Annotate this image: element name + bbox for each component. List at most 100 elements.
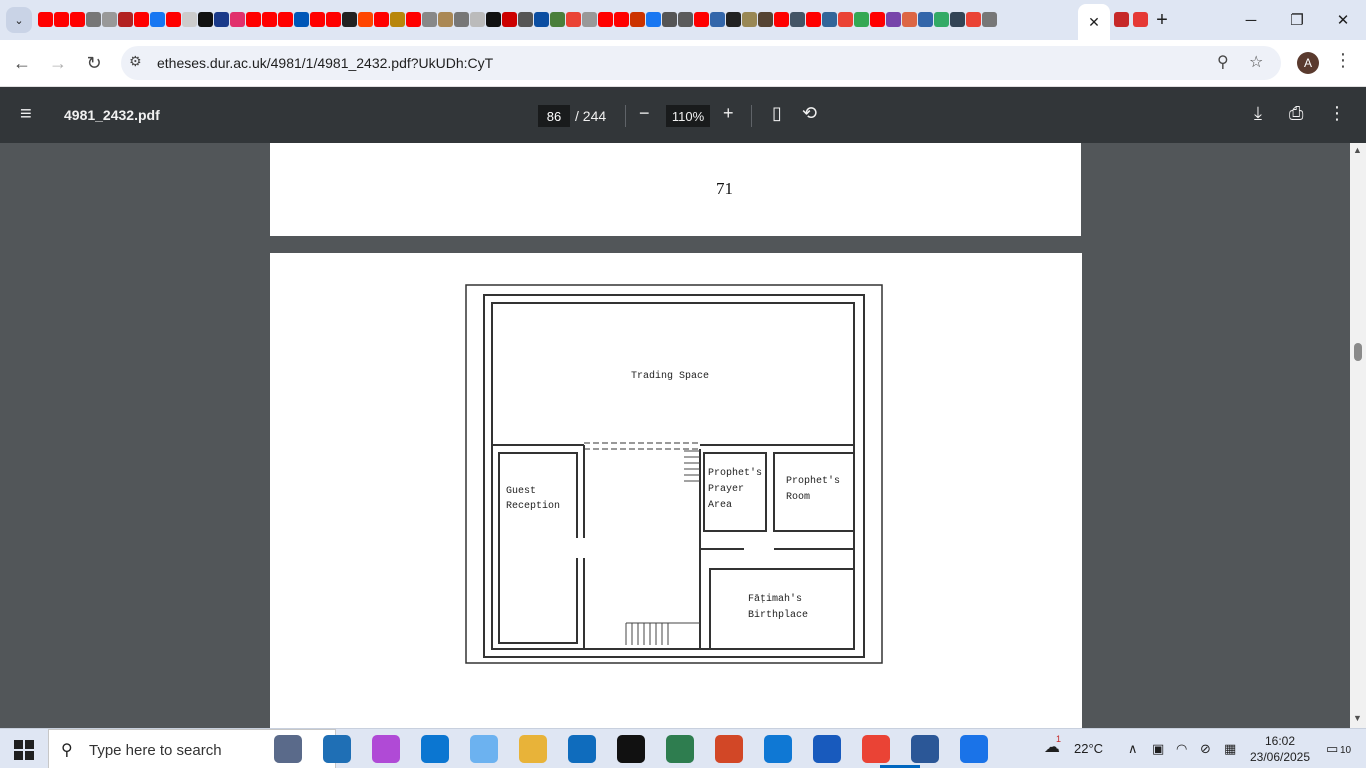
tab-favicon[interactable]: [870, 12, 885, 27]
weather-temperature[interactable]: 22°C: [1074, 741, 1103, 756]
bookmark-star-icon[interactable]: ☆: [1249, 52, 1263, 72]
tab-favicon[interactable]: [262, 12, 277, 27]
tab-favicon[interactable]: [454, 12, 469, 27]
taskbar-app-icon[interactable]: [666, 735, 694, 763]
taskbar-app-icon[interactable]: [372, 735, 400, 763]
tab-favicon[interactable]: [662, 12, 677, 27]
zoom-input[interactable]: 110%: [666, 105, 710, 127]
tab-favicon[interactable]: [230, 12, 245, 27]
zoom-in-icon[interactable]: +: [723, 103, 734, 124]
tab-favicon[interactable]: [134, 12, 149, 27]
tab-favicon[interactable]: [438, 12, 453, 27]
tab-favicon[interactable]: [950, 12, 965, 27]
tab-favicon[interactable]: [358, 12, 373, 27]
tab-favicon[interactable]: [742, 12, 757, 27]
scroll-up-icon[interactable]: ▲: [1353, 145, 1362, 155]
tab-favicon[interactable]: [854, 12, 869, 27]
rotate-icon[interactable]: ⟲: [802, 103, 817, 124]
tab-favicon[interactable]: [326, 12, 341, 27]
browser-menu-icon[interactable]: ⋮: [1334, 50, 1352, 71]
tab-favicon[interactable]: [918, 12, 933, 27]
tab-favicon[interactable]: [246, 12, 261, 27]
new-tab-button[interactable]: +: [1148, 6, 1176, 34]
tab-favicon[interactable]: [646, 12, 661, 27]
tab-favicon[interactable]: [566, 12, 581, 27]
tab-favicon[interactable]: [310, 12, 325, 27]
tab-favicon[interactable]: [758, 12, 773, 27]
tab-favicon[interactable]: [838, 12, 853, 27]
taskbar-app-icon[interactable]: [568, 735, 596, 763]
download-icon[interactable]: ⤓: [1254, 103, 1262, 124]
tab-favicon[interactable]: [822, 12, 837, 27]
forward-button[interactable]: →: [43, 48, 73, 78]
tab-favicon[interactable]: [806, 12, 821, 27]
tab-favicon[interactable]: [726, 12, 741, 27]
page-number-input[interactable]: 86: [538, 105, 570, 127]
pdf-viewport[interactable]: 71 Trading Space Guest Reception Prophet…: [0, 143, 1350, 728]
taskbar-app-icon[interactable]: [960, 735, 988, 763]
tab-favicon[interactable]: [390, 12, 405, 27]
more-actions-icon[interactable]: ⋮: [1328, 103, 1346, 124]
tab-favicon[interactable]: [38, 12, 53, 27]
address-bar[interactable]: ⚙ etheses.dur.ac.uk/4981/1/4981_2432.pdf…: [121, 46, 1281, 80]
tab-favicon[interactable]: [86, 12, 101, 27]
tab-favicon[interactable]: [294, 12, 309, 27]
tab-favicon[interactable]: [614, 12, 629, 27]
zoom-out-icon[interactable]: −: [639, 103, 650, 124]
minimize-button[interactable]: ─: [1228, 0, 1274, 40]
taskbar-app-icon[interactable]: [470, 735, 498, 763]
scroll-down-icon[interactable]: ▼: [1353, 713, 1362, 723]
profile-avatar[interactable]: A: [1297, 52, 1319, 74]
taskbar-app-icon[interactable]: [519, 735, 547, 763]
tab-favicon[interactable]: [150, 12, 165, 27]
tab-favicon[interactable]: [166, 12, 181, 27]
url-text[interactable]: etheses.dur.ac.uk/4981/1/4981_2432.pdf?U…: [157, 55, 493, 71]
back-button[interactable]: ←: [7, 48, 37, 78]
tab-favicon[interactable]: [582, 12, 597, 27]
tab-favicon[interactable]: [278, 12, 293, 27]
device-icon[interactable]: ▣: [1152, 741, 1164, 757]
tab-favicon[interactable]: [710, 12, 725, 27]
tab-favicon[interactable]: [790, 12, 805, 27]
taskbar-app-icon[interactable]: [274, 735, 302, 763]
tab-favicon[interactable]: [774, 12, 789, 27]
tab-favicon[interactable]: [214, 12, 229, 27]
tab-favicon[interactable]: [598, 12, 613, 27]
close-tab-icon[interactable]: ✕: [1088, 14, 1100, 31]
tab-search-button[interactable]: ⌄: [6, 7, 32, 33]
scrollbar-thumb[interactable]: [1354, 343, 1362, 361]
menu-icon[interactable]: ≡: [20, 103, 32, 126]
tab-favicon[interactable]: [486, 12, 501, 27]
taskbar-app-icon[interactable]: [813, 735, 841, 763]
taskbar-app-icon[interactable]: [764, 735, 792, 763]
tab-favicon[interactable]: [518, 12, 533, 27]
site-info-icon[interactable]: ⚙: [129, 53, 142, 70]
tab-favicon[interactable]: [1133, 12, 1148, 27]
close-window-button[interactable]: ✕: [1320, 0, 1366, 40]
system-clock[interactable]: 16:02 23/06/2025: [1245, 733, 1315, 765]
tab-favicon[interactable]: [70, 12, 85, 27]
zoom-icon[interactable]: ⚲: [1217, 52, 1229, 72]
tab-favicon[interactable]: [886, 12, 901, 27]
app-tray-icon[interactable]: ▦: [1224, 741, 1236, 757]
tab-favicon[interactable]: [694, 12, 709, 27]
vertical-scrollbar[interactable]: ▲ ▼: [1350, 143, 1366, 728]
maximize-button[interactable]: ❐: [1274, 0, 1320, 40]
reload-button[interactable]: ↻: [79, 48, 109, 78]
tab-favicon[interactable]: [678, 12, 693, 27]
tray-chevron-icon[interactable]: ∧: [1128, 741, 1138, 757]
taskbar-app-icon[interactable]: [323, 735, 351, 763]
taskbar-app-icon[interactable]: [911, 735, 939, 763]
active-tab[interactable]: ✕: [1078, 4, 1110, 40]
tab-favicon[interactable]: [630, 12, 645, 27]
taskbar-app-icon[interactable]: [421, 735, 449, 763]
tab-favicon[interactable]: [550, 12, 565, 27]
tab-favicon[interactable]: [406, 12, 421, 27]
tab-favicon[interactable]: [422, 12, 437, 27]
windows-start-icon[interactable]: [14, 740, 34, 760]
tab-favicon[interactable]: [966, 12, 981, 27]
tab-favicon[interactable]: [54, 12, 69, 27]
tab-favicon[interactable]: [502, 12, 517, 27]
sync-icon[interactable]: ⊘: [1200, 741, 1211, 757]
tab-favicon[interactable]: [374, 12, 389, 27]
